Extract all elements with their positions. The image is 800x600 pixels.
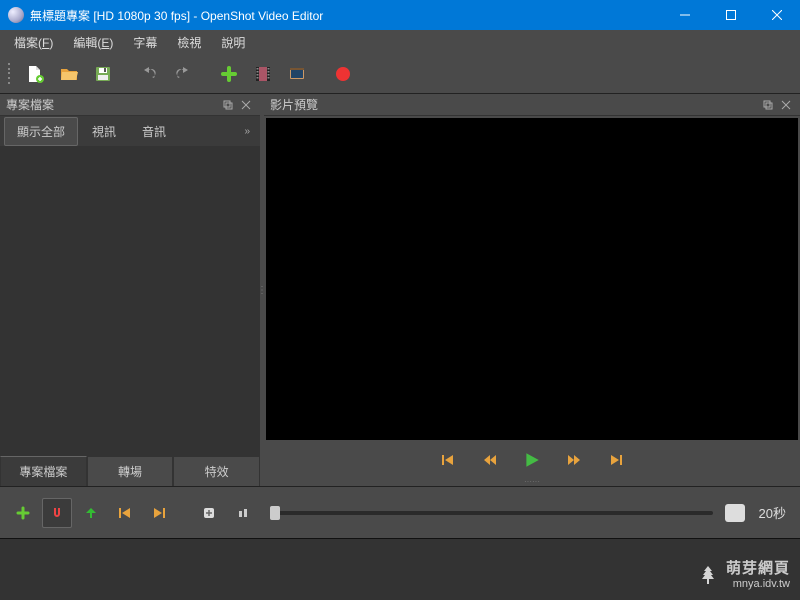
save-project-button[interactable]	[86, 57, 120, 91]
window-title: 無標題專案 [HD 1080p 30 fps] - OpenShot Video…	[30, 7, 662, 24]
fullscreen-button[interactable]	[280, 57, 314, 91]
zoom-value: 20秒	[759, 503, 786, 522]
open-project-button[interactable]	[52, 57, 86, 91]
new-project-button[interactable]	[18, 57, 52, 91]
play-button[interactable]	[520, 448, 544, 472]
menu-help[interactable]: 說明	[211, 31, 255, 54]
video-preview[interactable]	[266, 118, 798, 440]
project-files-title: 專案檔案	[6, 96, 218, 113]
snap-button[interactable]	[42, 498, 72, 528]
timeline-tracks[interactable]	[0, 538, 800, 600]
filter-video-tab[interactable]: 視訊	[80, 118, 128, 145]
zoom-display-icon	[725, 504, 745, 522]
redo-button[interactable]	[166, 57, 200, 91]
watermark-name: 萌芽網頁	[726, 561, 790, 578]
add-marker-button[interactable]	[76, 498, 106, 528]
filter-all-tab[interactable]: 顯示全部	[4, 117, 78, 146]
main-toolbar	[0, 54, 800, 94]
app-icon	[8, 7, 24, 23]
menu-subtitle[interactable]: 字幕	[123, 31, 167, 54]
next-marker-button[interactable]	[144, 498, 174, 528]
project-files-list[interactable]	[0, 146, 260, 456]
filter-audio-tab[interactable]: 音訊	[130, 118, 178, 145]
project-files-header: 專案檔案	[0, 94, 260, 116]
undo-button[interactable]	[132, 57, 166, 91]
preview-float-icon[interactable]	[760, 97, 776, 113]
center-playhead-button[interactable]	[194, 498, 224, 528]
watermark-url: mnya.idv.tw	[726, 578, 790, 590]
zoom-slider-start-icon	[228, 498, 258, 528]
tree-icon	[696, 564, 720, 588]
playback-controls	[264, 442, 800, 478]
maximize-button[interactable]	[708, 0, 754, 30]
watermark: 萌芽網頁 mnya.idv.tw	[696, 561, 790, 590]
menu-view[interactable]: 檢視	[167, 31, 211, 54]
panel-close-icon[interactable]	[238, 97, 254, 113]
preview-header: 影片預覽	[264, 94, 800, 116]
preview-panel: 影片預覽 ······	[264, 94, 800, 486]
tab-transitions[interactable]: 轉場	[87, 456, 174, 486]
menubar: 檔案(F) 編輯(E) 字幕 檢視 說明	[0, 30, 800, 54]
menu-file[interactable]: 檔案(F)	[4, 31, 63, 54]
toolbar-grip[interactable]	[4, 62, 14, 86]
minimize-button[interactable]	[662, 0, 708, 30]
fast-forward-button[interactable]	[562, 448, 586, 472]
tab-effects[interactable]: 特效	[173, 456, 260, 486]
preview-title: 影片預覽	[270, 96, 758, 113]
titlebar: 無標題專案 [HD 1080p 30 fps] - OpenShot Video…	[0, 0, 800, 30]
zoom-slider[interactable]	[270, 511, 713, 515]
export-button[interactable]	[326, 57, 360, 91]
panel-float-icon[interactable]	[220, 97, 236, 113]
prev-marker-button[interactable]	[110, 498, 140, 528]
filter-more-icon[interactable]: »	[238, 126, 256, 137]
menu-edit[interactable]: 編輯(E)	[63, 31, 123, 54]
timeline-toolbar: 20秒	[0, 486, 800, 538]
zoom-slider-thumb[interactable]	[270, 506, 280, 520]
rewind-button[interactable]	[478, 448, 502, 472]
jump-start-button[interactable]	[436, 448, 460, 472]
import-files-button[interactable]	[212, 57, 246, 91]
add-track-button[interactable]	[8, 498, 38, 528]
preview-close-icon[interactable]	[778, 97, 794, 113]
main-area: 專案檔案 顯示全部 視訊 音訊 » 專案檔案 轉場 特效 影片預覽	[0, 94, 800, 486]
left-panel-tabs: 專案檔案 轉場 特效	[0, 456, 260, 486]
profile-button[interactable]	[246, 57, 280, 91]
tab-project-files[interactable]: 專案檔案	[0, 456, 87, 486]
close-button[interactable]	[754, 0, 800, 30]
jump-end-button[interactable]	[604, 448, 628, 472]
horizontal-splitter[interactable]: ······	[264, 478, 800, 486]
project-files-panel: 專案檔案 顯示全部 視訊 音訊 » 專案檔案 轉場 特效	[0, 94, 260, 486]
file-filter-tabs: 顯示全部 視訊 音訊 »	[0, 116, 260, 146]
